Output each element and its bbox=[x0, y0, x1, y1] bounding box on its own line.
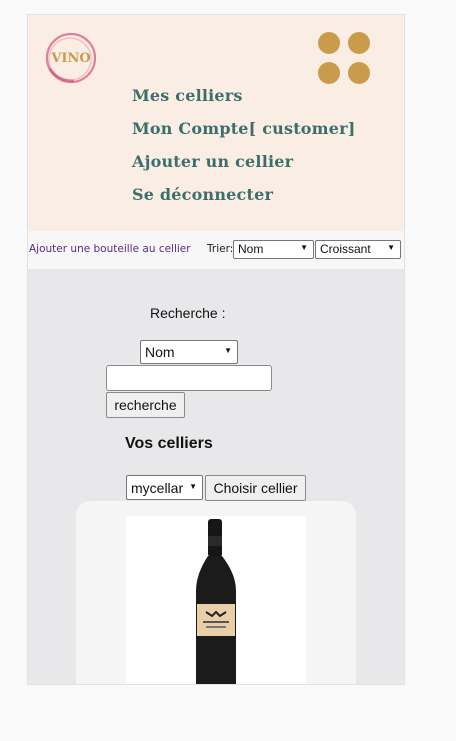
nav-item-mes-celliers[interactable]: Mes celliers bbox=[132, 81, 356, 114]
sort-order-value: Croissant bbox=[320, 242, 371, 256]
add-bottle-link[interactable]: Ajouter une bouteille au cellier bbox=[29, 243, 191, 255]
bottle-image[interactable] bbox=[126, 516, 306, 684]
chevron-down-icon: ▼ bbox=[189, 482, 197, 491]
sort-order-select[interactable]: Croissant ▼ bbox=[315, 240, 401, 259]
cellar-select-value: mycellar bbox=[131, 480, 184, 496]
sort-label: Trier: bbox=[207, 243, 234, 255]
sort-field-value: Nom bbox=[238, 242, 264, 256]
search-input[interactable] bbox=[106, 365, 272, 391]
main-nav: Mes celliers Mon Compte[ customer] Ajout… bbox=[132, 81, 356, 213]
cellar-select[interactable]: mycellar ▼ bbox=[126, 475, 203, 500]
search-button[interactable]: recherche bbox=[106, 392, 185, 418]
nav-item-ajouter-cellier[interactable]: Ajouter un cellier bbox=[132, 147, 356, 180]
cellars-title: Vos celliers bbox=[125, 435, 213, 452]
nav-item-se-deconnecter[interactable]: Se déconnecter bbox=[132, 180, 356, 213]
search-field-value: Nom bbox=[145, 344, 175, 360]
svg-text:VINO: VINO bbox=[50, 51, 90, 66]
chevron-down-icon: ▼ bbox=[224, 346, 232, 355]
search-label: Recherche : bbox=[150, 305, 226, 321]
bottle-card bbox=[76, 501, 356, 684]
search-field-select[interactable]: Nom ▼ bbox=[140, 340, 238, 364]
choose-cellar-button[interactable]: Choisir cellier bbox=[205, 475, 306, 501]
app-frame: VINO Mes celliers Mon Compte[ customer] … bbox=[27, 14, 405, 685]
chevron-down-icon: ▼ bbox=[300, 243, 308, 252]
sort-field-select[interactable]: Nom ▼ bbox=[233, 240, 314, 259]
wine-bottle-icon bbox=[196, 519, 236, 684]
vino-logo[interactable]: VINO bbox=[44, 31, 98, 85]
nav-item-mon-compte[interactable]: Mon Compte[ customer] bbox=[132, 114, 356, 147]
menu-grid-icon[interactable] bbox=[318, 32, 370, 84]
toolbar: Ajouter une bouteille au cellier Trier: … bbox=[28, 231, 404, 269]
header: VINO Mes celliers Mon Compte[ customer] … bbox=[28, 15, 404, 231]
chevron-down-icon: ▼ bbox=[387, 243, 395, 252]
